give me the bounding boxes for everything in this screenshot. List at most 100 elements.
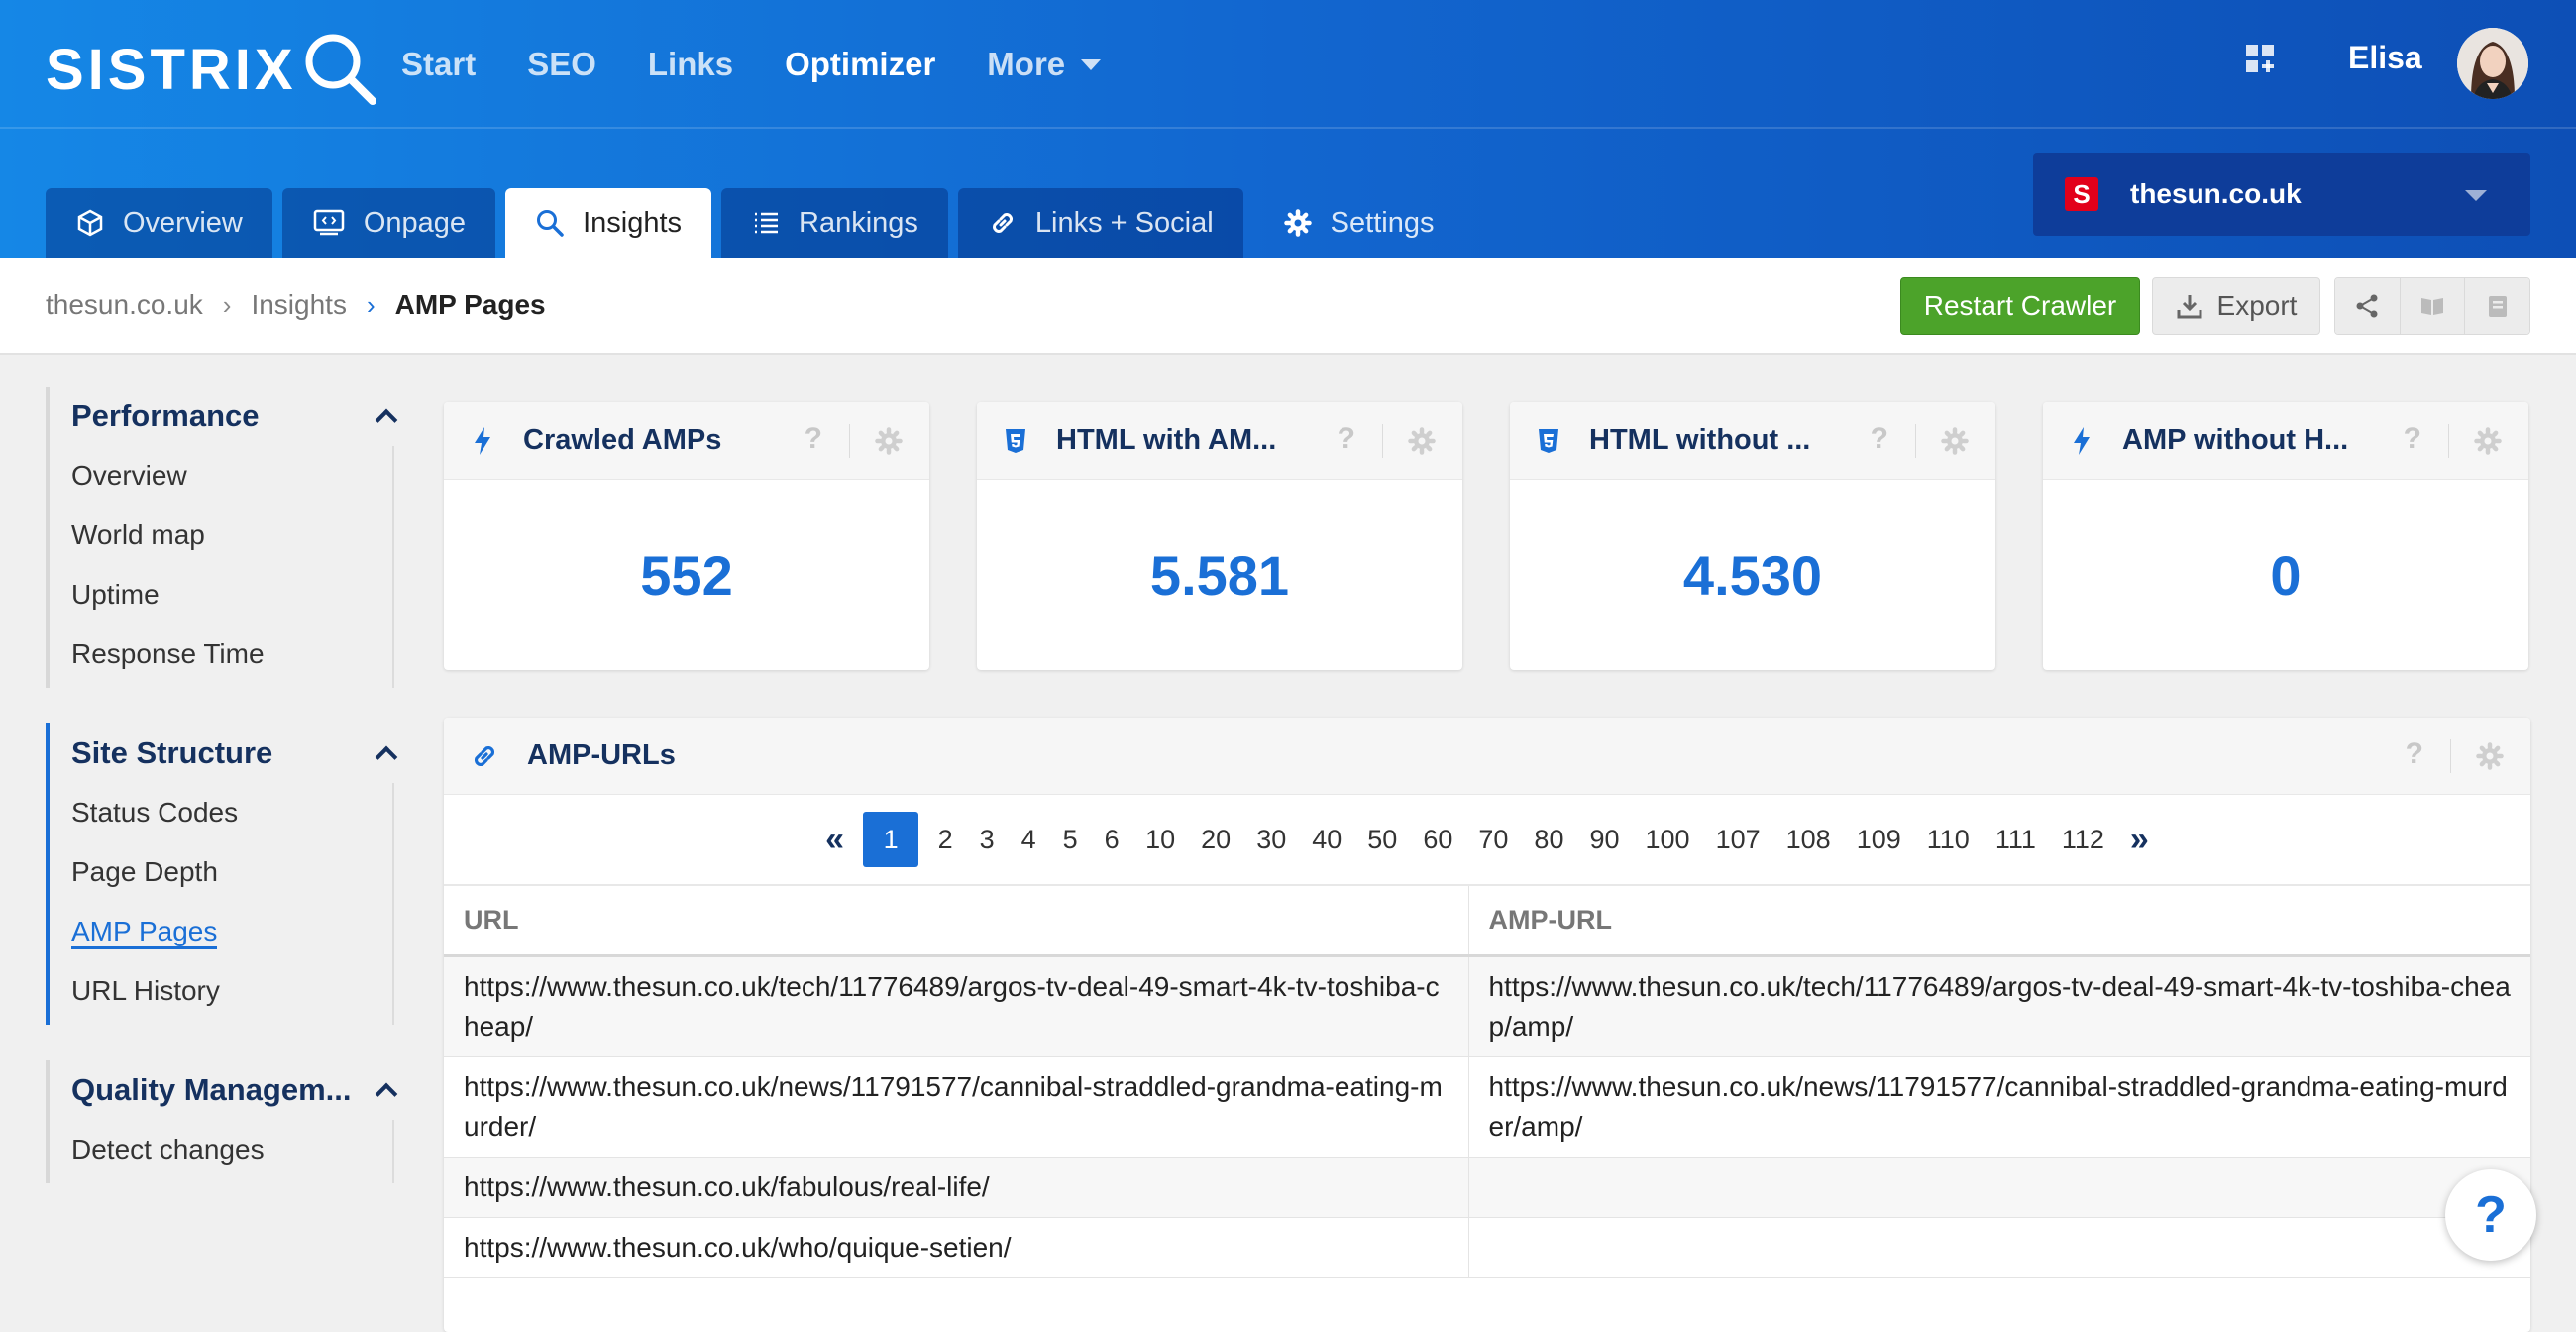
help-icon[interactable]: ? <box>1338 422 1355 456</box>
nav-optimizer[interactable]: Optimizer <box>785 46 935 83</box>
page-button[interactable]: 5 <box>1049 812 1091 867</box>
page-button[interactable]: 60 <box>1410 812 1465 867</box>
domain-select[interactable]: S thesun.co.uk <box>2033 153 2530 236</box>
amp-url-cell <box>1468 1157 2530 1218</box>
url-cell[interactable]: https://www.thesun.co.uk/fabulous/real-l… <box>444 1157 1469 1218</box>
tab-settings[interactable]: Settings <box>1253 188 1464 258</box>
sidebar-section-title[interactable]: Site Structure <box>50 723 412 783</box>
gear-icon[interactable] <box>2473 426 2503 456</box>
tab-onpage[interactable]: Onpage <box>281 188 496 258</box>
kpi-value: 0 <box>2270 543 2302 607</box>
page-button[interactable]: 108 <box>1773 812 1844 867</box>
help-icon[interactable]: ? <box>2404 422 2421 456</box>
column-header-url[interactable]: URL <box>444 886 1469 957</box>
page-button[interactable]: 111 <box>1983 812 2049 867</box>
page-button[interactable]: 107 <box>1703 812 1773 867</box>
kpi-title: HTML without ... <box>1589 424 1811 456</box>
sidebar-item-uptime[interactable]: Uptime <box>50 565 412 624</box>
book-button[interactable] <box>2400 278 2466 334</box>
sidebar-section-title[interactable]: Quality Managem... <box>50 1060 412 1120</box>
nav-links[interactable]: Links <box>648 46 733 83</box>
user-name[interactable]: Elisa <box>2348 40 2422 76</box>
apps-grid-icon[interactable] <box>2244 43 2278 76</box>
tab-overview[interactable]: Overview <box>46 188 272 258</box>
html5-icon <box>1539 428 1558 453</box>
page-button[interactable]: 109 <box>1844 812 1914 867</box>
page-button[interactable]: 112 <box>2049 812 2117 867</box>
sidebar-item-detect-changes[interactable]: Detect changes <box>50 1120 412 1179</box>
help-icon[interactable]: ? <box>805 422 822 456</box>
help-icon[interactable]: ? <box>1871 422 1888 456</box>
page-button[interactable]: 10 <box>1132 812 1188 867</box>
tab-insights[interactable]: Insights <box>505 188 712 258</box>
sidebar-section-site-structure: Site Structure Status Codes Page Depth A… <box>46 723 412 1025</box>
first-page-icon[interactable]: « <box>812 812 857 867</box>
breadcrumb-domain[interactable]: thesun.co.uk <box>46 289 203 321</box>
page-button[interactable]: 70 <box>1465 812 1521 867</box>
gear-icon[interactable] <box>874 426 904 456</box>
export-button[interactable]: Export <box>2152 278 2320 335</box>
kpi-title: AMP without H... <box>2122 424 2349 456</box>
main-nav: Start SEO Links Optimizer More <box>401 40 1152 89</box>
share-icon <box>2356 294 2378 318</box>
url-cell[interactable]: https://www.thesun.co.uk/who/quique-seti… <box>444 1217 1469 1278</box>
report-icon <box>2488 296 2507 317</box>
chevron-down-icon <box>2465 190 2487 201</box>
url-cell[interactable]: https://www.thesun.co.uk/tech/11776489/a… <box>444 955 1469 1057</box>
table-row: https://www.thesun.co.uk/news/11791577/c… <box>444 1056 2530 1158</box>
page-button[interactable]: 30 <box>1243 812 1299 867</box>
table-header-row: URL AMP-URL <box>444 886 2530 957</box>
kpi-title: Crawled AMPs <box>523 424 722 456</box>
avatar-portrait-icon <box>2457 28 2528 99</box>
nav-more[interactable]: More <box>987 46 1102 83</box>
page-button[interactable]: 3 <box>966 812 1008 867</box>
page-button[interactable]: 6 <box>1091 812 1132 867</box>
tab-links-social[interactable]: Links + Social <box>957 188 1243 258</box>
link-icon <box>474 745 495 766</box>
sidebar-item-url-history[interactable]: URL History <box>50 961 412 1021</box>
share-button[interactable] <box>2335 278 2401 334</box>
amp-url-cell[interactable]: https://www.thesun.co.uk/tech/11776489/a… <box>1468 955 2530 1057</box>
restart-crawler-button[interactable]: Restart Crawler <box>1900 278 2140 335</box>
gear-icon[interactable] <box>1940 426 1970 456</box>
sidebar-item-world-map[interactable]: World map <box>50 505 412 565</box>
page-button[interactable]: 110 <box>1914 812 1983 867</box>
page-button[interactable]: 4 <box>1008 812 1049 867</box>
sidebar-item-page-depth[interactable]: Page Depth <box>50 842 412 902</box>
page-button[interactable]: 40 <box>1299 812 1354 867</box>
page-button[interactable]: 1 <box>863 812 919 867</box>
site-favicon: S <box>2065 177 2098 211</box>
gear-icon[interactable] <box>1407 426 1437 456</box>
sidebar-section-title[interactable]: Performance <box>50 387 412 446</box>
help-icon[interactable]: ? <box>2406 737 2423 771</box>
page-button[interactable]: 20 <box>1188 812 1243 867</box>
kpi-amp-without-html: AMP without H... ? 0 <box>2043 402 2528 670</box>
amp-url-cell[interactable]: https://www.thesun.co.uk/news/11791577/c… <box>1468 1056 2530 1158</box>
report-button[interactable] <box>2465 278 2529 334</box>
tab-rankings[interactable]: Rankings <box>721 188 948 258</box>
nav-seo[interactable]: SEO <box>527 46 596 83</box>
sidebar-item-overview[interactable]: Overview <box>50 446 412 505</box>
sidebar-item-amp-pages[interactable]: AMP Pages <box>50 902 412 961</box>
page-button[interactable]: 80 <box>1521 812 1576 867</box>
page-button[interactable]: 100 <box>1633 812 1703 867</box>
nav-start[interactable]: Start <box>401 46 476 83</box>
column-header-amp-url[interactable]: AMP-URL <box>1468 886 2530 957</box>
last-page-icon[interactable]: » <box>2117 812 2162 867</box>
gear-icon[interactable] <box>2475 741 2505 771</box>
page-button[interactable]: 90 <box>1576 812 1632 867</box>
sistrix-logo[interactable]: SISTRIX <box>46 30 380 109</box>
table-row: https://www.thesun.co.uk/tech/11776489/a… <box>444 955 2530 1057</box>
html5-icon <box>1006 428 1025 453</box>
breadcrumb-insights[interactable]: Insights <box>251 289 347 321</box>
floating-help-button[interactable]: ? <box>2445 1169 2536 1261</box>
url-cell[interactable]: https://www.thesun.co.uk/news/11791577/c… <box>444 1056 1469 1158</box>
kpi-title: HTML with AM... <box>1056 424 1277 456</box>
sidebar-item-status-codes[interactable]: Status Codes <box>50 783 412 842</box>
avatar[interactable] <box>2457 28 2528 99</box>
kpi-html-without-amp: HTML without ... ? 4.530 <box>1510 402 1995 670</box>
page-button[interactable]: 50 <box>1354 812 1410 867</box>
page-button[interactable]: 2 <box>924 812 966 867</box>
sidebar-item-response-time[interactable]: Response Time <box>50 624 412 684</box>
monitor-code-icon <box>313 209 345 236</box>
